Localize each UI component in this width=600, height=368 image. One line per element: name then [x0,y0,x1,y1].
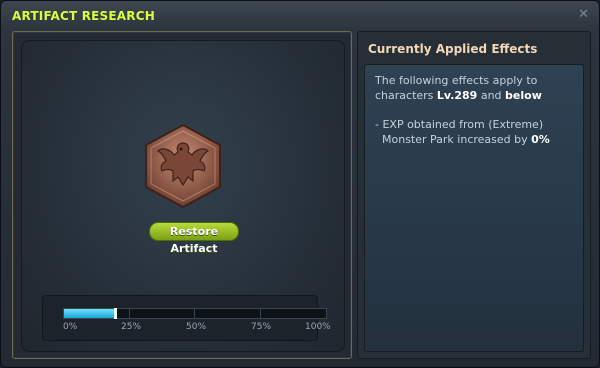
tick-25: 25% [121,322,142,332]
effects-intro: The following effects apply to character… [375,73,542,103]
effect-entry: - EXP obtained from (Extreme) Monster Pa… [375,117,550,147]
artifact-display: Restore Artifact 0% 25% 50% 75% 100% [21,40,345,352]
intro-line2-prefix: characters [375,89,434,102]
artifact-research-window: ARTIFACT RESEARCH ✕ Restore Artifact 0% … [0,0,600,368]
progress-marker [114,308,117,319]
progress-segment [260,309,261,318]
effects-body: The following effects apply to character… [364,64,584,352]
title-bar: ARTIFACT RESEARCH ✕ [1,1,599,31]
effect-line1: - EXP obtained from (Extreme) [375,118,544,131]
artifact-panel: Restore Artifact 0% 25% 50% 75% 100% [12,31,352,359]
intro-below: below [505,89,542,102]
close-icon[interactable]: ✕ [578,7,589,22]
research-progress-box: 0% 25% 50% 75% 100% [42,295,331,341]
intro-and: and [480,89,502,102]
tick-100: 100% [305,322,331,332]
tick-75: 75% [251,322,272,332]
effects-header: Currently Applied Effects [368,42,538,56]
progress-segment [129,309,130,318]
effects-panel: Currently Applied Effects The following … [357,31,591,359]
tick-0: 0% [63,322,78,332]
progress-fill [64,309,116,318]
effect-value: 0% [531,133,550,146]
eagle-emblem-icon [145,123,221,209]
level-value: Lv.289 [436,89,478,102]
progress-segment [194,309,195,318]
effect-line2: Monster Park increased by [382,133,528,146]
window-title: ARTIFACT RESEARCH [12,9,155,23]
intro-line1: The following effects apply to [375,74,538,87]
tick-50: 50% [186,322,207,332]
progress-track [63,308,327,319]
restore-artifact-button[interactable]: Restore Artifact [149,222,239,255]
